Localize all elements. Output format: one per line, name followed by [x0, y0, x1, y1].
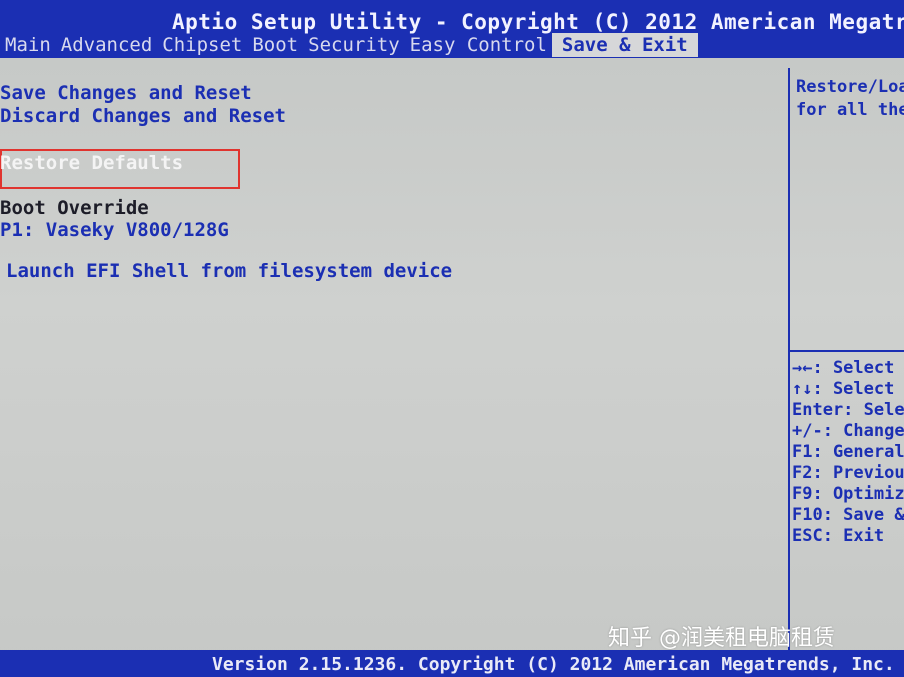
launch-efi-shell-item[interactable]: Launch EFI Shell from filesystem device	[6, 260, 452, 282]
main-menu: Save Changes and Reset Discard Changes a…	[0, 68, 790, 648]
key-change-option: +/-: Change Opt.	[792, 421, 904, 441]
restore-defaults-item[interactable]: Restore Defaults	[0, 152, 183, 174]
key-f10-save-exit: F10: Save & Exit	[792, 505, 904, 525]
help-line-1: Restore/Load	[796, 77, 904, 97]
tab-chipset[interactable]: Chipset	[157, 33, 247, 57]
footer-bar: Version 2.15.1236. Copyright (C) 2012 Am…	[0, 650, 904, 677]
tab-save-exit[interactable]: Save & Exit	[551, 33, 698, 57]
key-enter-select: Enter: Select	[792, 400, 904, 420]
footer-version: Version 2.15.1236. Copyright (C) 2012 Am…	[212, 654, 895, 675]
tab-bar: Main Advanced Chipset Boot Security Easy…	[0, 33, 904, 57]
boot-override-heading: Boot Override	[0, 197, 149, 219]
app-title: Aptio Setup Utility - Copyright (C) 2012…	[172, 10, 904, 34]
boot-override-option[interactable]: P1: Vaseky V800/128G	[0, 219, 229, 241]
watermark-text: 知乎 @润美租电脑租赁	[608, 626, 835, 651]
key-select-item: ↑↓: Select Item	[792, 379, 904, 399]
tab-main[interactable]: Main	[0, 33, 56, 57]
key-legend: →←: Select Screen ↑↓: Select Item Enter:…	[792, 358, 904, 547]
tab-easy-control[interactable]: Easy Control	[405, 33, 552, 57]
discard-changes-reset-item[interactable]: Discard Changes and Reset	[0, 105, 286, 127]
key-f1-help: F1: General Help	[792, 442, 904, 462]
help-description: Restore/Load for all the	[796, 76, 904, 122]
key-f9-defaults: F9: Optimized Defaults	[792, 484, 904, 504]
bios-screen: Aptio Setup Utility - Copyright (C) 2012…	[0, 0, 904, 677]
tab-advanced[interactable]: Advanced	[56, 33, 158, 57]
key-f2-previous: F2: Previous Values	[792, 463, 904, 483]
tab-security[interactable]: Security	[303, 33, 405, 57]
title-bar: Aptio Setup Utility - Copyright (C) 2012…	[0, 0, 904, 58]
help-line-2: for all the	[796, 100, 904, 120]
save-changes-reset-item[interactable]: Save Changes and Reset	[0, 82, 252, 104]
tab-boot[interactable]: Boot	[247, 33, 303, 57]
key-esc-exit: ESC: Exit	[792, 526, 885, 546]
key-select-screen: →←: Select Screen	[792, 358, 904, 378]
help-panel-divider	[788, 350, 904, 352]
